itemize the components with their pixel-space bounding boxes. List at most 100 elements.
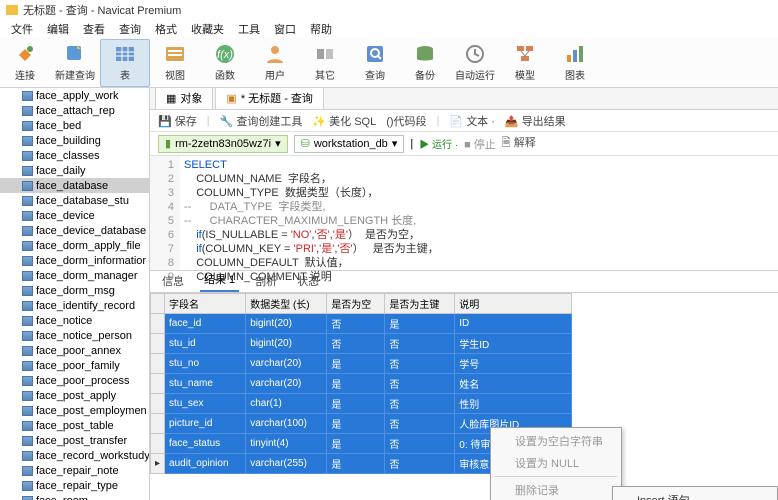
toolbar-view[interactable]: 视图 bbox=[150, 39, 200, 87]
cell[interactable]: stu_sex bbox=[165, 394, 246, 414]
row-handle[interactable] bbox=[151, 374, 165, 394]
row-handle[interactable] bbox=[151, 334, 165, 354]
table-item[interactable]: face_attach_rep bbox=[0, 103, 149, 118]
toolbar-plug[interactable]: 连接 bbox=[0, 39, 50, 87]
database-select[interactable]: ⛁ workstation_db ▾ bbox=[294, 135, 405, 153]
menu-item[interactable]: 窗口 bbox=[268, 20, 302, 38]
cell[interactable]: bigint(20) bbox=[246, 314, 327, 334]
row-handle[interactable]: ▸ bbox=[151, 454, 165, 474]
table-row[interactable]: stu_namevarchar(20)是否姓名 bbox=[151, 374, 572, 394]
stop-button[interactable]: ■ 停止 bbox=[464, 136, 496, 152]
table-item[interactable]: face_dorm_informatior bbox=[0, 253, 149, 268]
cell[interactable]: 姓名 bbox=[455, 374, 572, 394]
table-item[interactable]: face_record_workstudy bbox=[0, 448, 149, 463]
cell[interactable]: face_status bbox=[165, 434, 246, 454]
context-item[interactable]: 设置为 NULL bbox=[491, 452, 621, 474]
toolbar-fx[interactable]: f(x)函数 bbox=[200, 39, 250, 87]
cell[interactable]: varchar(100) bbox=[246, 414, 327, 434]
table-item[interactable]: face_post_apply bbox=[0, 388, 149, 403]
table-item[interactable]: face_poor_process bbox=[0, 373, 149, 388]
table-item[interactable]: face_post_transfer bbox=[0, 433, 149, 448]
table-item[interactable]: face_notice_person bbox=[0, 328, 149, 343]
table-item[interactable]: face_database_stu bbox=[0, 193, 149, 208]
row-handle[interactable] bbox=[151, 394, 165, 414]
cell[interactable]: 是 bbox=[385, 314, 455, 334]
row-handle[interactable] bbox=[151, 354, 165, 374]
column-header[interactable]: 是否为主键 bbox=[385, 294, 455, 314]
cell[interactable]: 否 bbox=[385, 334, 455, 354]
cell[interactable]: bigint(20) bbox=[246, 334, 327, 354]
cell[interactable]: 是 bbox=[327, 434, 385, 454]
cell[interactable]: varchar(20) bbox=[246, 374, 327, 394]
column-header[interactable]: 数据类型 (长) bbox=[246, 294, 327, 314]
menu-item[interactable]: 收藏夹 bbox=[185, 20, 230, 38]
sql-editor[interactable]: 123456789 SELECT COLUMN_NAME 字段名， COLUMN… bbox=[150, 156, 778, 271]
cell[interactable]: tinyint(4) bbox=[246, 434, 327, 454]
result-tab[interactable]: 状态 bbox=[293, 270, 323, 292]
table-item[interactable]: face_dorm_apply_file bbox=[0, 238, 149, 253]
cell[interactable]: 是 bbox=[327, 374, 385, 394]
cell[interactable]: 否 bbox=[327, 334, 385, 354]
table-sidebar[interactable]: face_apply_workface_attach_repface_bedfa… bbox=[0, 88, 150, 500]
cell[interactable]: face_id bbox=[165, 314, 246, 334]
toolbar-backup[interactable]: 备份 bbox=[400, 39, 450, 87]
code-snippet-button[interactable]: ()代码段 bbox=[386, 113, 426, 129]
cell[interactable]: 是 bbox=[327, 394, 385, 414]
table-item[interactable]: face_classes bbox=[0, 148, 149, 163]
menu-item[interactable]: 编辑 bbox=[41, 20, 75, 38]
toolbar-user[interactable]: 用户 bbox=[250, 39, 300, 87]
cell[interactable]: ID bbox=[455, 314, 572, 334]
cell[interactable]: varchar(20) bbox=[246, 354, 327, 374]
table-row[interactable]: stu_sexchar(1)是否性别 bbox=[151, 394, 572, 414]
result-grid[interactable]: 字段名数据类型 (长)是否为空是否为主键说明face_idbigint(20)否… bbox=[150, 293, 778, 500]
cell[interactable]: picture_id bbox=[165, 414, 246, 434]
save-button[interactable]: 💾 保存 bbox=[158, 113, 197, 129]
cell[interactable]: varchar(255) bbox=[246, 454, 327, 474]
table-item[interactable]: face_dorm_msg bbox=[0, 283, 149, 298]
toolbar-query[interactable]: 查询 bbox=[350, 39, 400, 87]
table-item[interactable]: face_bed bbox=[0, 118, 149, 133]
menu-item[interactable]: 工具 bbox=[232, 20, 266, 38]
query-builder-button[interactable]: 🔧 查询创建工具 bbox=[220, 113, 303, 129]
result-tab[interactable]: 剖析 bbox=[251, 270, 281, 292]
table-item[interactable]: face_apply_work bbox=[0, 88, 149, 103]
table-row[interactable]: stu_novarchar(20)是否学号 bbox=[151, 354, 572, 374]
cell[interactable]: 否 bbox=[385, 414, 455, 434]
context-subitem[interactable]: Insert 语句 bbox=[613, 489, 777, 500]
table-item[interactable]: face_notice bbox=[0, 313, 149, 328]
toolbar-other[interactable]: 其它 bbox=[300, 39, 350, 87]
table-item[interactable]: face_database bbox=[0, 178, 149, 193]
cell[interactable]: audit_opinion bbox=[165, 454, 246, 474]
toolbar-auto[interactable]: 自动运行 bbox=[450, 39, 500, 87]
result-tab[interactable]: 结果 1 bbox=[200, 268, 239, 292]
cell[interactable]: 学号 bbox=[455, 354, 572, 374]
table-item[interactable]: face_device bbox=[0, 208, 149, 223]
toolbar-newq[interactable]: 新建查询 bbox=[50, 39, 100, 87]
menu-item[interactable]: 查询 bbox=[113, 20, 147, 38]
run-button[interactable]: ▶ 运行 · bbox=[419, 136, 458, 151]
tab-query[interactable]: ▣ * 无标题 - 查询 bbox=[215, 88, 324, 109]
table-item[interactable]: face_device_database bbox=[0, 223, 149, 238]
row-handle[interactable] bbox=[151, 414, 165, 434]
toolbar-table[interactable]: 表 bbox=[100, 39, 150, 87]
column-header[interactable]: 是否为空 bbox=[327, 294, 385, 314]
tab-objects[interactable]: ▦ 对象 bbox=[155, 88, 213, 109]
table-item[interactable]: face_dorm_manager bbox=[0, 268, 149, 283]
result-tab[interactable]: 信息 bbox=[158, 270, 188, 292]
column-header[interactable]: 字段名 bbox=[165, 294, 246, 314]
cell[interactable]: 否 bbox=[385, 454, 455, 474]
cell[interactable]: 否 bbox=[385, 354, 455, 374]
menu-item[interactable]: 查看 bbox=[77, 20, 111, 38]
table-item[interactable]: face_post_employmen bbox=[0, 403, 149, 418]
table-item[interactable]: face_daily bbox=[0, 163, 149, 178]
cell[interactable]: 否 bbox=[385, 374, 455, 394]
cell[interactable]: 否 bbox=[385, 394, 455, 414]
menu-item[interactable]: 格式 bbox=[149, 20, 183, 38]
row-handle[interactable] bbox=[151, 434, 165, 454]
cell[interactable]: 是 bbox=[327, 414, 385, 434]
row-handle[interactable] bbox=[151, 314, 165, 334]
column-header[interactable]: 说明 bbox=[455, 294, 572, 314]
cell[interactable]: char(1) bbox=[246, 394, 327, 414]
cell[interactable]: 是 bbox=[327, 454, 385, 474]
table-item[interactable]: face_identify_record bbox=[0, 298, 149, 313]
